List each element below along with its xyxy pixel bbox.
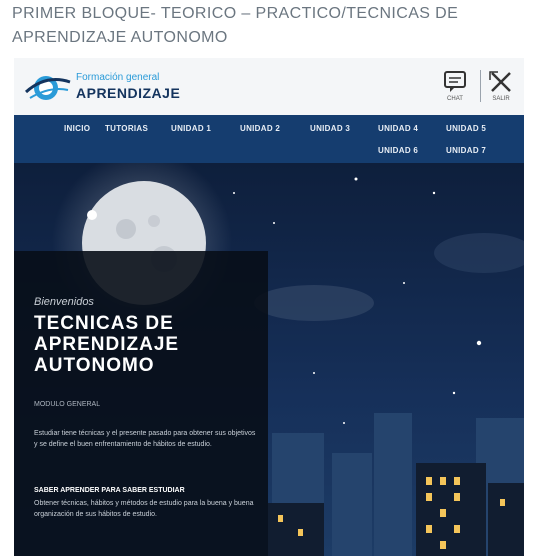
hero-kicker: Bienvenidos bbox=[34, 296, 94, 308]
hero-text-panel: Bienvenidos TECNICAS DE APRENDIZAJE AUTO… bbox=[14, 251, 268, 556]
logo[interactable]: Formación general APRENDIZAJE bbox=[24, 68, 224, 106]
logo-subtitle: Formación general bbox=[76, 72, 160, 83]
nav-unidad-1[interactable]: UNIDAD 1 bbox=[171, 124, 211, 133]
hero-subdescription: Obtener técnicas, hábitos y métodos de e… bbox=[34, 500, 254, 518]
close-window-icon bbox=[489, 71, 511, 92]
main-nav: INICIO TUTORIAS UNIDAD 1 UNIDAD 2 UNIDAD… bbox=[14, 115, 524, 163]
exit-label: SALIR bbox=[492, 96, 510, 102]
nav-unidad-7[interactable]: UNIDAD 7 bbox=[446, 146, 486, 155]
exit-button[interactable]: SALIR bbox=[488, 70, 514, 104]
course-page-screenshot: Formación general APRENDIZAJE CHAT SALIR… bbox=[14, 58, 524, 556]
nav-unidad-2[interactable]: UNIDAD 2 bbox=[240, 124, 280, 133]
chat-label: CHAT bbox=[447, 96, 463, 102]
chat-bubble-icon bbox=[444, 71, 466, 92]
logo-title: APRENDIZAJE bbox=[76, 85, 181, 101]
top-bar: Formación general APRENDIZAJE CHAT SALIR bbox=[14, 58, 524, 116]
hero-subheading: SABER APRENDER PARA SABER ESTUDIAR bbox=[34, 487, 185, 494]
page-title: PRIMER BLOQUE- TEORICO – PRACTICO/TECNIC… bbox=[12, 5, 459, 46]
nav-inicio[interactable]: INICIO bbox=[64, 124, 90, 133]
nav-unidad-6[interactable]: UNIDAD 6 bbox=[378, 146, 418, 155]
nav-unidad-4[interactable]: UNIDAD 4 bbox=[378, 124, 418, 133]
chat-button[interactable]: CHAT bbox=[442, 70, 468, 104]
hero-banner: Bienvenidos TECNICAS DE APRENDIZAJE AUTO… bbox=[14, 163, 524, 556]
nav-unidad-3[interactable]: UNIDAD 3 bbox=[310, 124, 350, 133]
hero-meta: MODULO GENERAL bbox=[34, 401, 101, 408]
nav-tutorias[interactable]: TUTORIAS bbox=[105, 124, 148, 133]
hero-description: Estudiar tiene técnicas y el presente pa… bbox=[34, 430, 256, 448]
globe-logo-icon bbox=[24, 76, 71, 100]
toolbar-divider bbox=[480, 70, 481, 102]
hero-title: TECNICAS DE APRENDIZAJE AUTONOMO bbox=[34, 313, 180, 376]
nav-unidad-5[interactable]: UNIDAD 5 bbox=[446, 124, 486, 133]
